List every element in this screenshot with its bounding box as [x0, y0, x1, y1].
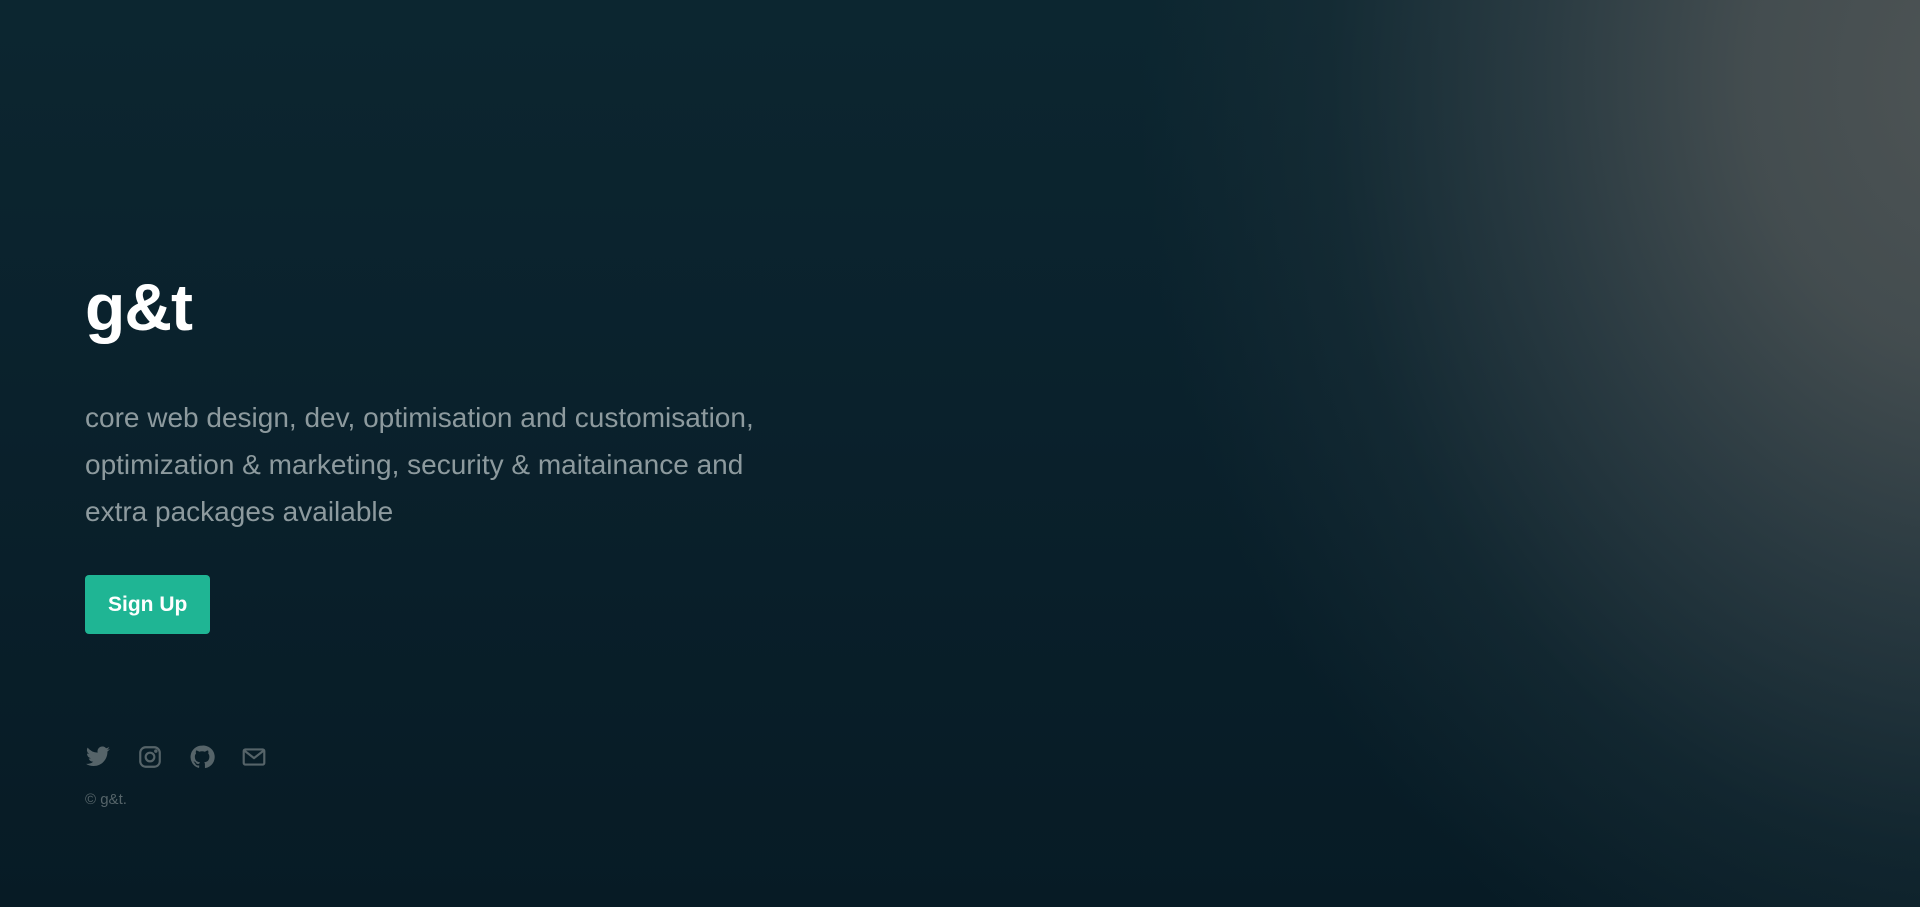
copyright-text: © g&t. — [85, 791, 127, 808]
mail-icon — [242, 748, 266, 766]
twitter-icon — [86, 746, 110, 766]
brand-title: g&t — [85, 270, 193, 344]
email-link[interactable] — [241, 744, 267, 770]
github-icon — [190, 745, 215, 769]
landing-page: g&t core web design, dev, optimisation a… — [0, 0, 1920, 907]
instagram-link[interactable] — [137, 744, 163, 770]
hero-section: g&t core web design, dev, optimisation a… — [85, 262, 805, 634]
social-links — [85, 744, 267, 770]
github-link[interactable] — [189, 744, 215, 770]
page-footer: © g&t. — [85, 744, 267, 810]
twitter-link[interactable] — [85, 744, 111, 770]
sign-up-button[interactable]: Sign Up — [85, 575, 211, 634]
instagram-icon — [139, 746, 161, 768]
hero-tagline: core web design, dev, optimisation and c… — [85, 402, 754, 527]
